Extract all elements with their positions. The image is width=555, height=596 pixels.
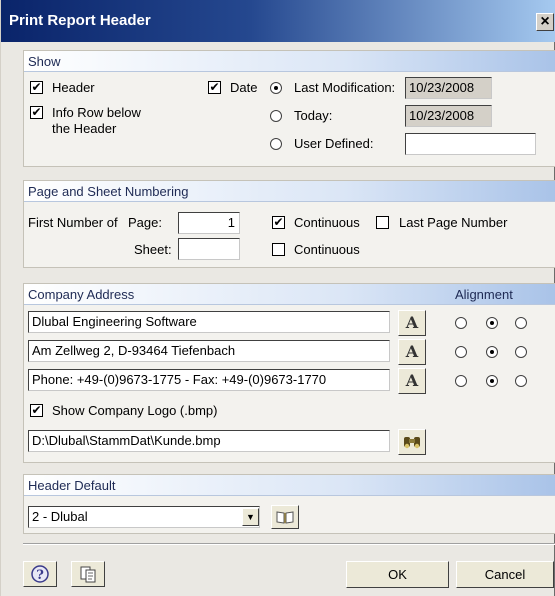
last-modification-label: Last Modification:	[294, 80, 396, 95]
today-date-field: 10/23/2008	[405, 105, 492, 127]
header-default-select[interactable]: 2 - Dlubal	[28, 506, 260, 528]
header-checkbox[interactable]: ✔	[30, 81, 43, 94]
header-default-group-header: Header Default	[24, 475, 555, 496]
date-label: Date	[230, 80, 258, 95]
binoculars-icon	[404, 437, 420, 449]
numbering-group: Page and Sheet Numbering First Number of…	[23, 180, 555, 268]
alignment-heading: Alignment	[455, 287, 513, 302]
show-group-header: Show	[24, 51, 555, 72]
info-row-checkbox[interactable]: ✔	[30, 106, 43, 119]
user-defined-date-input[interactable]	[405, 133, 536, 155]
page-label: Page:	[128, 215, 162, 230]
align-left-radio-line1[interactable]	[455, 317, 467, 329]
align-right-radio-line3[interactable]	[515, 375, 527, 387]
user-defined-radio[interactable]	[270, 138, 282, 150]
continuous-page-checkbox[interactable]: ✔	[272, 216, 285, 229]
align-center-radio-line3[interactable]	[486, 375, 498, 387]
cancel-button[interactable]: Cancel	[456, 561, 554, 588]
sheet-label: Sheet:	[134, 242, 172, 257]
header-default-group: Header Default 2 - Dlubal ▼	[23, 474, 555, 534]
company-address-group: Company Address Alignment Dlubal Enginee…	[23, 283, 555, 463]
ok-button[interactable]: OK	[346, 561, 449, 588]
font-a-icon[interactable]: A	[398, 339, 426, 365]
copy-clipboard-button[interactable]	[71, 561, 105, 587]
dropdown-arrow-icon[interactable]: ▼	[242, 508, 259, 526]
user-defined-label: User Defined:	[294, 136, 374, 151]
window-title: Print Report Header	[9, 12, 151, 29]
info-row-label-line1: Info Row below	[52, 105, 141, 120]
browse-binoculars-button[interactable]	[398, 429, 426, 455]
sheet-number-input[interactable]	[178, 238, 240, 260]
show-group: Show ✔ Header ✔ Info Row below the Heade…	[23, 50, 555, 167]
align-right-radio-line1[interactable]	[515, 317, 527, 329]
show-company-logo-checkbox[interactable]: ✔	[30, 404, 43, 417]
last-modification-radio[interactable]	[270, 82, 282, 94]
align-left-radio-line3[interactable]	[455, 375, 467, 387]
logo-path-input[interactable]: D:\Dlubal\StammDat\Kunde.bmp	[28, 430, 390, 452]
font-a-icon[interactable]: A	[398, 310, 426, 336]
continuous-sheet-label: Continuous	[294, 242, 360, 257]
align-center-radio-line1[interactable]	[486, 317, 498, 329]
print-report-header-dialog: Print Report Header × Show ✔ Header ✔ In…	[0, 0, 555, 596]
align-right-radio-line2[interactable]	[515, 346, 527, 358]
open-book-icon	[276, 511, 294, 524]
company-line3-input[interactable]: Phone: +49-(0)9673-1775 - Fax: +49-(0)96…	[28, 369, 390, 391]
help-button[interactable]: ?	[23, 561, 57, 587]
svg-text:?: ?	[36, 568, 44, 583]
help-icon: ?	[31, 565, 49, 583]
header-label: Header	[52, 80, 95, 95]
show-company-logo-label: Show Company Logo (.bmp)	[52, 403, 218, 418]
company-line2-input[interactable]: Am Zellweg 2, D-93464 Tiefenbach	[28, 340, 390, 362]
company-address-group-header: Company Address Alignment	[24, 284, 555, 305]
close-button[interactable]: ×	[536, 13, 554, 31]
company-address-heading: Company Address	[28, 287, 135, 302]
page-number-input[interactable]: 1	[178, 212, 240, 234]
align-left-radio-line2[interactable]	[455, 346, 467, 358]
continuous-page-label: Continuous	[294, 215, 360, 230]
title-bar[interactable]: Print Report Header ×	[1, 0, 555, 42]
font-a-icon[interactable]: A	[398, 368, 426, 394]
numbering-group-header: Page and Sheet Numbering	[24, 181, 555, 202]
align-center-radio-line2[interactable]	[486, 346, 498, 358]
header-library-button[interactable]	[271, 505, 299, 529]
date-checkbox[interactable]: ✔	[208, 81, 221, 94]
company-line1-input[interactable]: Dlubal Engineering Software	[28, 311, 390, 333]
last-page-number-checkbox[interactable]	[376, 216, 389, 229]
clipboard-icon	[80, 566, 96, 583]
last-modification-date-field: 10/23/2008	[405, 77, 492, 99]
continuous-sheet-checkbox[interactable]	[272, 243, 285, 256]
footer-separator	[23, 543, 555, 545]
first-number-label: First Number of	[28, 215, 118, 230]
info-row-label-line2: the Header	[52, 121, 117, 136]
today-radio[interactable]	[270, 110, 282, 122]
today-label: Today:	[294, 108, 333, 123]
last-page-number-label: Last Page Number	[399, 215, 508, 230]
